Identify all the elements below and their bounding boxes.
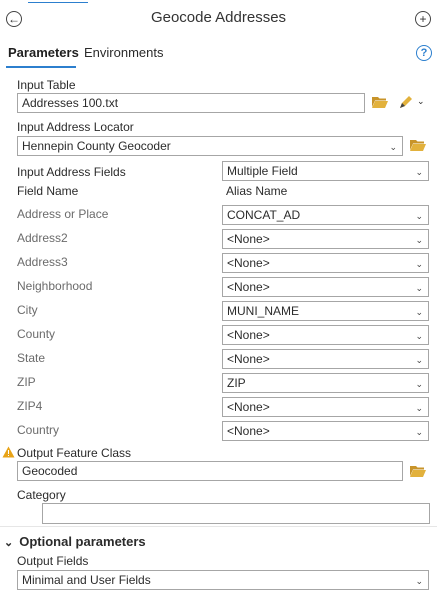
alias-select[interactable]: <None> ⌄ (222, 253, 429, 273)
input-table-field[interactable]: Addresses 100.txt (17, 93, 365, 113)
alias-value: <None> (227, 400, 270, 414)
field-name-label: Neighborhood (17, 279, 93, 293)
field-name-label: ZIP4 (17, 399, 43, 413)
alias-select[interactable]: CONCAT_AD ⌄ (222, 205, 429, 225)
field-name-header: Field Name (17, 184, 79, 198)
category-field[interactable] (42, 503, 430, 524)
locator-label: Input Address Locator (17, 120, 134, 134)
divider (0, 526, 437, 527)
optional-section-label: Optional parameters (19, 534, 146, 549)
chevron-down-icon: ⌄ (415, 283, 423, 293)
chevron-down-icon: ⌄ (415, 576, 423, 586)
locator-browse-button[interactable] (410, 139, 426, 154)
output-browse-button[interactable] (410, 465, 426, 480)
alias-value: ZIP (227, 376, 246, 390)
plus-icon: + (419, 12, 427, 26)
chevron-down-icon: ⌄ (389, 142, 397, 152)
alias-select[interactable]: <None> ⌄ (222, 421, 429, 441)
address-fields-label: Input Address Fields (17, 165, 126, 179)
field-name-label: City (17, 303, 38, 317)
chevron-down-icon: ⌄ (415, 235, 423, 245)
folder-open-icon (410, 466, 426, 477)
alias-name-header: Alias Name (226, 184, 288, 198)
field-name-label: State (17, 351, 46, 365)
tab-environments[interactable]: Environments (84, 45, 163, 60)
field-name-label: Address2 (17, 231, 68, 245)
chevron-down-icon: ⌄ (415, 167, 423, 177)
chevron-down-icon: ⌄ (415, 331, 423, 341)
folder-open-icon (372, 97, 388, 108)
alias-value: <None> (227, 352, 270, 366)
field-name-label: Country (17, 423, 60, 437)
field-name-label: County (17, 327, 56, 341)
address-fields-value: Multiple Field (227, 164, 298, 178)
input-table-label: Input Table (17, 78, 76, 92)
output-fields-value: Minimal and User Fields (22, 573, 151, 587)
field-name-label: ZIP (17, 375, 36, 389)
page-title: Geocode Addresses (150, 9, 287, 26)
output-fc-field[interactable]: Geocoded (17, 461, 403, 481)
field-name-label: Address or Place (17, 207, 109, 221)
alias-select[interactable]: <None> ⌄ (222, 349, 429, 369)
alias-value: <None> (227, 232, 270, 246)
chevron-down-icon: ⌄ (417, 96, 425, 106)
chevron-down-icon: ⌄ (415, 307, 423, 317)
warning-icon (2, 446, 15, 458)
output-fc-label: Output Feature Class (17, 446, 132, 460)
alias-select[interactable]: <None> ⌄ (222, 229, 429, 249)
tab-parameters[interactable]: Parameters (8, 45, 79, 60)
alias-value: <None> (227, 256, 270, 270)
chevron-down-icon: ⌄ (415, 379, 423, 389)
alias-value: <None> (227, 328, 270, 342)
chevron-down-icon: ⌄ (4, 537, 14, 549)
chevron-down-icon: ⌄ (415, 427, 423, 437)
optional-section-toggle[interactable]: ⌄ Optional parameters (4, 534, 146, 549)
active-tab-indicator (6, 66, 76, 68)
locator-value: Hennepin County Geocoder (22, 139, 171, 153)
chevron-down-icon: ⌄ (415, 355, 423, 365)
alias-select[interactable]: MUNI_NAME ⌄ (222, 301, 429, 321)
alias-value: <None> (227, 424, 270, 438)
pencil-icon (400, 96, 412, 108)
category-label: Category (17, 488, 66, 502)
chevron-down-icon: ⌄ (415, 211, 423, 221)
output-fields-select[interactable]: Minimal and User Fields ⌄ (17, 570, 429, 590)
locator-select[interactable]: Hennepin County Geocoder ⌄ (17, 136, 403, 156)
add-button[interactable]: + (415, 11, 431, 27)
breadcrumb-link-fragment[interactable] (28, 0, 88, 3)
help-icon[interactable]: ? (416, 45, 432, 61)
alias-select[interactable]: <None> ⌄ (222, 397, 429, 417)
chevron-down-icon: ⌄ (415, 259, 423, 269)
alias-value: <None> (227, 280, 270, 294)
alias-select[interactable]: ZIP ⌄ (222, 373, 429, 393)
folder-browse-button[interactable] (372, 96, 388, 111)
edit-pencil-button[interactable]: ⌄ (398, 94, 428, 110)
alias-value: MUNI_NAME (227, 304, 300, 318)
folder-open-icon (410, 140, 426, 151)
alias-select[interactable]: <None> ⌄ (222, 325, 429, 345)
alias-value: CONCAT_AD (227, 208, 301, 222)
address-fields-select[interactable]: Multiple Field ⌄ (222, 161, 429, 181)
field-name-label: Address3 (17, 255, 68, 269)
alias-select[interactable]: <None> ⌄ (222, 277, 429, 297)
output-fields-label: Output Fields (17, 554, 89, 568)
chevron-down-icon: ⌄ (415, 403, 423, 413)
